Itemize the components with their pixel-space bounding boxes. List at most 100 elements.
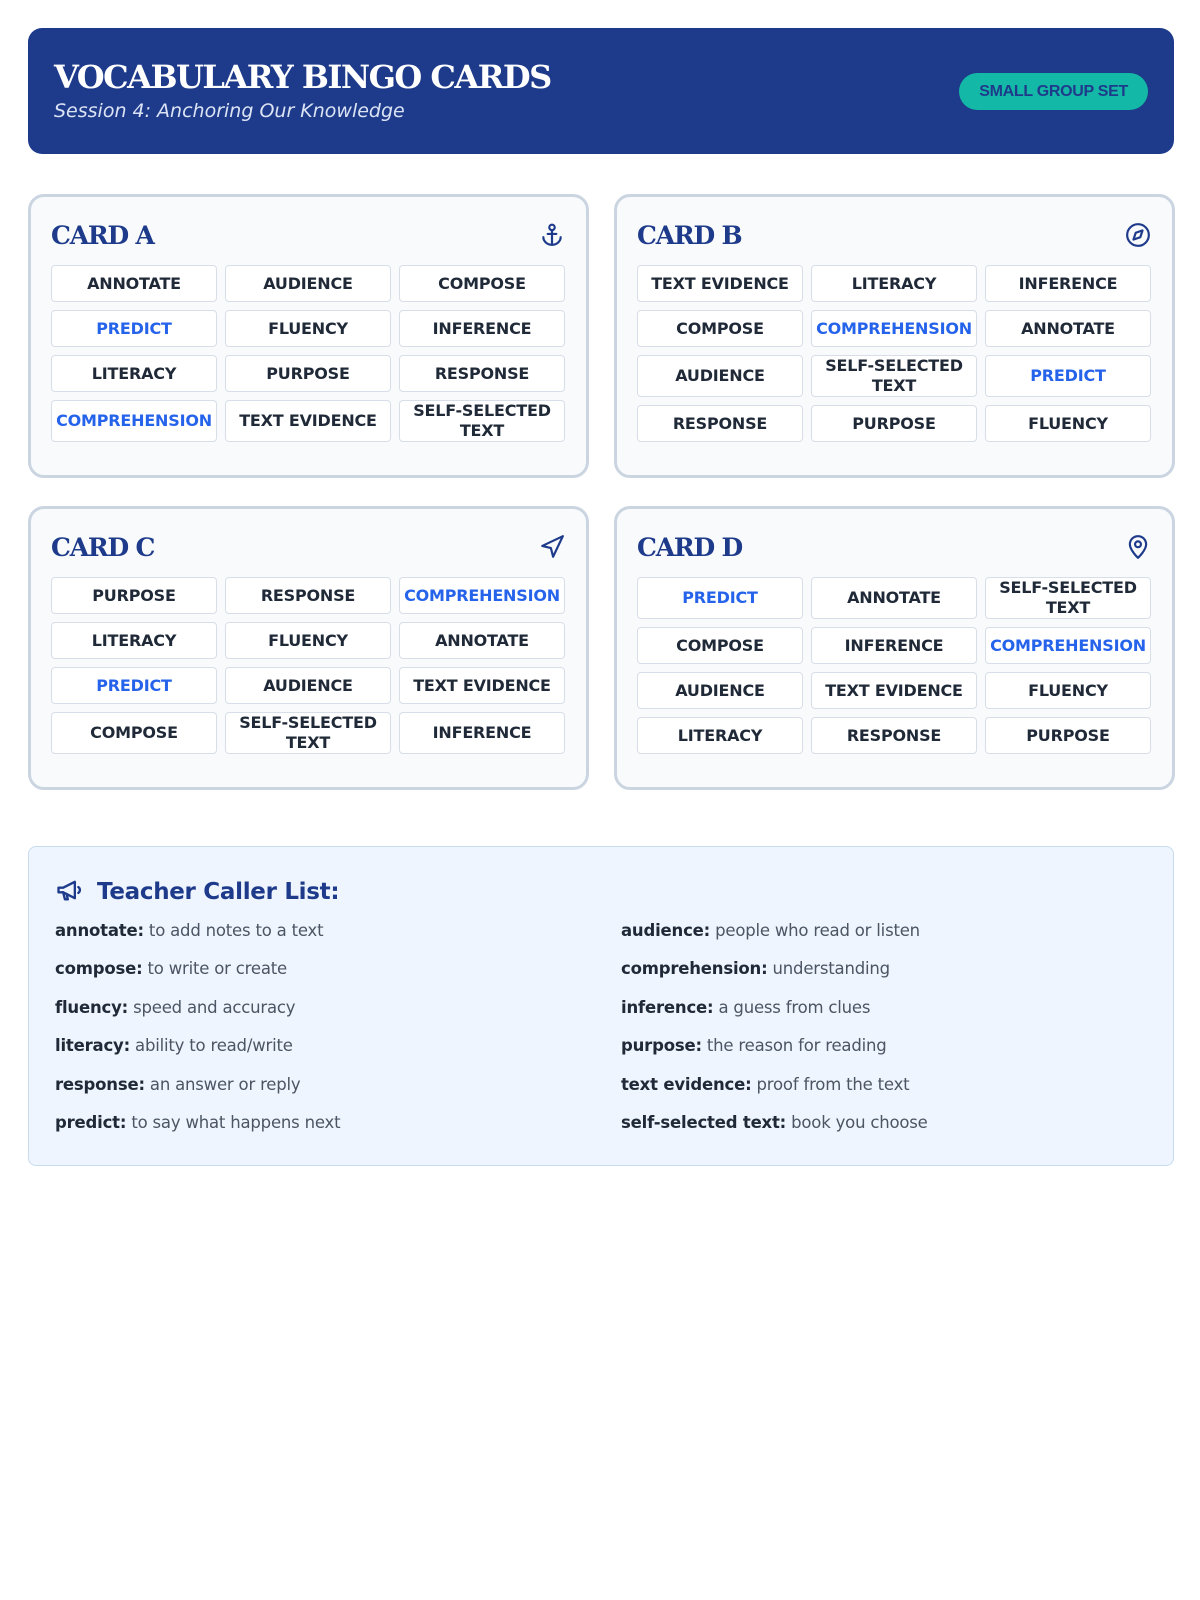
definition-term: purpose: xyxy=(621,1036,702,1056)
bingo-cell[interactable]: COMPREHENSION xyxy=(51,400,217,442)
bingo-cell[interactable]: INFERENCE xyxy=(985,265,1151,302)
bingo-cell[interactable]: AUDIENCE xyxy=(637,672,803,709)
bingo-cell[interactable]: TEXT EVIDENCE xyxy=(399,667,565,704)
bingo-cell[interactable]: ANNOTATE xyxy=(51,265,217,302)
bingo-cell[interactable]: SELF-SELECTED TEXT xyxy=(811,355,977,397)
definition-item: purpose: the reason for reading xyxy=(621,1034,928,1072)
definition-text: book you choose xyxy=(791,1112,928,1132)
bingo-cell[interactable]: RESPONSE xyxy=(399,355,565,392)
bingo-cell[interactable]: PREDICT xyxy=(51,667,217,704)
definition-item: comprehension: understanding xyxy=(621,957,928,995)
bingo-cell[interactable]: LITERACY xyxy=(811,265,977,302)
definition-text: to write or create xyxy=(147,959,288,979)
definition-text: proof from the text xyxy=(756,1074,910,1094)
definition-text: to say what happens next xyxy=(131,1112,341,1132)
bingo-cell[interactable]: TEXT EVIDENCE xyxy=(225,400,391,442)
bingo-cell[interactable]: ANNOTATE xyxy=(399,622,565,659)
bingo-cell[interactable]: COMPOSE xyxy=(637,627,803,664)
bingo-cell[interactable]: LITERACY xyxy=(51,355,217,392)
bingo-cell[interactable]: FLUENCY xyxy=(985,672,1151,709)
compass-icon xyxy=(1124,221,1152,249)
map-pin-icon xyxy=(1124,533,1152,561)
card-title: CARD D xyxy=(637,532,743,562)
bingo-card-a: CARD A ANNOTATE AUDIENCE COMPOSE PREDICT… xyxy=(28,194,589,478)
bingo-cell[interactable]: SELF-SELECTED TEXT xyxy=(985,577,1151,619)
definition-column-left: annotate: to add notes to a text compose… xyxy=(55,919,341,1149)
bingo-cell[interactable]: INFERENCE xyxy=(811,627,977,664)
bingo-cell[interactable]: INFERENCE xyxy=(399,310,565,347)
bingo-card-b: CARD B TEXT EVIDENCE LITERACY INFERENCE … xyxy=(614,194,1175,478)
bingo-cell[interactable]: LITERACY xyxy=(51,622,217,659)
set-badge: SMALL GROUP SET xyxy=(959,73,1148,110)
card-title: CARD C xyxy=(51,532,155,562)
definition-item: fluency: speed and accuracy xyxy=(55,996,340,1034)
definition-term: self-selected text: xyxy=(621,1112,787,1132)
definition-text: understanding xyxy=(772,959,891,979)
bingo-cell[interactable]: PREDICT xyxy=(637,577,803,619)
bingo-cell[interactable]: RESPONSE xyxy=(225,577,391,614)
bingo-cell[interactable]: ANNOTATE xyxy=(811,577,977,619)
bingo-cell[interactable]: FLUENCY xyxy=(225,622,391,659)
definition-text: to add notes to a text xyxy=(148,921,324,940)
bingo-cell[interactable]: COMPREHENSION xyxy=(399,577,565,614)
bingo-cell[interactable]: INFERENCE xyxy=(399,712,565,754)
bingo-cell[interactable]: AUDIENCE xyxy=(637,355,803,397)
bingo-card-d: CARD D PREDICT ANNOTATE SELF-SELECTED TE… xyxy=(614,506,1175,790)
bingo-cell[interactable]: AUDIENCE xyxy=(225,667,391,704)
bingo-cell[interactable]: PURPOSE xyxy=(51,577,217,614)
bingo-cell[interactable]: RESPONSE xyxy=(637,405,803,442)
definition-column-right: audience: people who read or listen comp… xyxy=(621,919,928,1149)
definition-item: response: an answer or reply xyxy=(55,1073,340,1111)
definition-term: comprehension: xyxy=(621,959,768,979)
page-header: VOCABULARY BINGO CARDS Session 4: Anchor… xyxy=(28,28,1174,154)
bingo-cell[interactable]: PREDICT xyxy=(985,355,1151,397)
bingo-cell[interactable]: PURPOSE xyxy=(225,355,391,392)
definition-term: predict: xyxy=(55,1112,127,1132)
bingo-cell[interactable]: PURPOSE xyxy=(985,717,1151,754)
definition-text: speed and accuracy xyxy=(133,997,296,1017)
megaphone-icon xyxy=(55,876,97,909)
definition-item: inference: a guess from clues xyxy=(621,996,928,1034)
definition-item: annotate: to add notes to a text xyxy=(55,919,340,957)
definition-text: a guess from clues xyxy=(718,997,871,1017)
bingo-cell[interactable]: TEXT EVIDENCE xyxy=(637,265,803,302)
definition-item: compose: to write or create xyxy=(55,957,340,995)
bingo-cell[interactable]: COMPREHENSION xyxy=(985,627,1151,664)
definition-term: audience: xyxy=(621,921,711,940)
bingo-cell[interactable]: FLUENCY xyxy=(985,405,1151,442)
bingo-grid: ANNOTATE AUDIENCE COMPOSE PREDICT FLUENC… xyxy=(51,265,566,442)
bingo-grid: PURPOSE RESPONSE COMPREHENSION LITERACY … xyxy=(51,577,566,754)
bingo-cell[interactable]: SELF-SELECTED TEXT xyxy=(225,712,391,754)
definition-item: audience: people who read or listen xyxy=(621,919,928,957)
bingo-cell[interactable]: COMPOSE xyxy=(399,265,565,302)
bingo-cell[interactable]: COMPREHENSION xyxy=(811,310,977,347)
bingo-cell[interactable]: TEXT EVIDENCE xyxy=(811,672,977,709)
definition-term: annotate: xyxy=(55,921,144,940)
definition-item: literacy: ability to read/write xyxy=(55,1034,340,1072)
definition-term: text evidence: xyxy=(621,1074,752,1094)
definition-item: self-selected text: book you choose xyxy=(621,1111,928,1149)
definition-item: predict: to say what happens next xyxy=(55,1111,341,1149)
bingo-cell[interactable]: FLUENCY xyxy=(225,310,391,347)
definition-item: text evidence: proof from the text xyxy=(621,1073,928,1111)
card-title: CARD B xyxy=(637,220,743,250)
bingo-cell[interactable]: LITERACY xyxy=(637,717,803,754)
bingo-cell[interactable]: ANNOTATE xyxy=(985,310,1151,347)
teacher-caller-list: Teacher Caller List: annotate: to add no… xyxy=(28,846,1174,1166)
definition-text: ability to read/write xyxy=(135,1036,293,1056)
bingo-grid: PREDICT ANNOTATE SELF-SELECTED TEXT COMP… xyxy=(637,577,1152,754)
bingo-grid: TEXT EVIDENCE LITERACY INFERENCE COMPOSE… xyxy=(637,265,1152,442)
bingo-cell[interactable]: PREDICT xyxy=(51,310,217,347)
definition-term: compose: xyxy=(55,959,143,979)
bingo-cell[interactable]: COMPOSE xyxy=(637,310,803,347)
bingo-cell[interactable]: SELF-SELECTED TEXT xyxy=(399,400,565,442)
definition-term: response: xyxy=(55,1074,145,1094)
card-title: CARD A xyxy=(51,220,155,250)
bingo-cell[interactable]: PURPOSE xyxy=(811,405,977,442)
bingo-cell[interactable]: AUDIENCE xyxy=(225,265,391,302)
definition-text: the reason for reading xyxy=(706,1036,887,1056)
definition-term: fluency: xyxy=(55,997,129,1017)
anchor-icon xyxy=(538,221,566,249)
bingo-cell[interactable]: RESPONSE xyxy=(811,717,977,754)
bingo-cell[interactable]: COMPOSE xyxy=(51,712,217,754)
